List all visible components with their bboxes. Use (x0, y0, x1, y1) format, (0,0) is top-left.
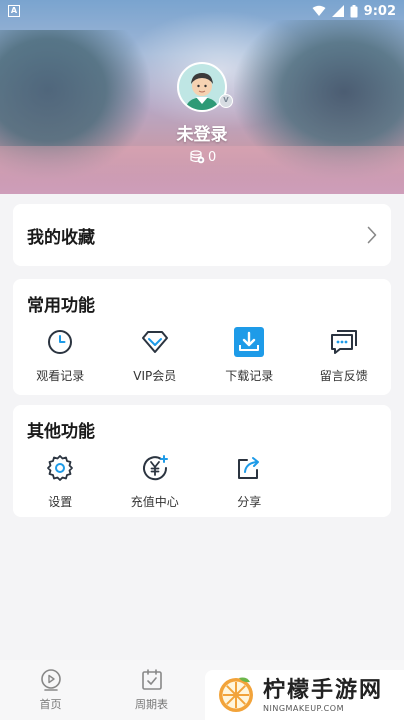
coin-stack-icon (190, 150, 205, 164)
download-history-button[interactable]: 下载记录 (202, 327, 297, 384)
download-icon (234, 327, 265, 357)
gear-icon (47, 455, 74, 481)
nav-home[interactable]: 首页 (0, 660, 101, 720)
recharge-center-label: 充值中心 (130, 495, 179, 509)
lemon-logo-icon (219, 677, 253, 712)
coin-balance: 0 (190, 148, 216, 166)
watch-history-button[interactable]: 观看记录 (13, 327, 108, 384)
profile-header: A 9:02 V 未登录 0 (0, 0, 404, 194)
status-bar-right: 9:02 (312, 4, 396, 19)
feedback-button[interactable]: 留言反馈 (297, 327, 392, 384)
settings-button[interactable]: 设置 (13, 453, 108, 510)
watch-history-label: 观看记录 (36, 369, 85, 383)
download-history-label: 下载记录 (225, 369, 274, 383)
message-icon (330, 330, 357, 354)
nav-schedule[interactable]: 周期表 (101, 660, 202, 720)
calendar-icon (141, 669, 162, 690)
feedback-label: 留言反馈 (319, 369, 368, 383)
watermark-subtitle: NINGMAKEUP.COM (263, 703, 344, 713)
status-time: 9:02 (363, 3, 396, 19)
wifi-icon (312, 5, 326, 16)
share-icon (238, 457, 260, 479)
vip-member-button[interactable]: VIP会员 (108, 327, 203, 384)
yen-recharge-icon (142, 455, 168, 481)
share-label: 分享 (237, 495, 262, 509)
site-watermark: 柠檬手游网 NINGMAKEUP.COM (205, 670, 404, 720)
clock-icon (48, 330, 73, 354)
coin-count: 0 (208, 149, 217, 165)
settings-label: 设置 (48, 495, 73, 509)
other-functions-grid: 设置 充值中心 分享 (13, 453, 391, 510)
username-label[interactable]: 未登录 (0, 120, 404, 145)
vip-member-label: VIP会员 (133, 369, 177, 383)
status-bar: A 9:02 (0, 0, 404, 22)
signal-icon (331, 5, 344, 17)
battery-icon (350, 4, 358, 17)
common-functions-card: 常用功能 观看记录 VIP会员 下载记录 留言反馈 (13, 279, 391, 395)
chevron-right-icon (367, 226, 377, 244)
favorites-card[interactable]: 我的收藏 (13, 204, 391, 266)
avatar-face-icon (179, 64, 225, 110)
diamond-icon (141, 331, 168, 353)
nav-schedule-label: 周期表 (135, 698, 168, 711)
share-button[interactable]: 分享 (202, 453, 297, 510)
home-play-icon (40, 669, 61, 691)
other-functions-title: 其他功能 (27, 422, 95, 442)
notification-A-icon: A (8, 5, 20, 17)
nav-home-label: 首页 (39, 698, 62, 711)
favorites-title: 我的收藏 (27, 227, 95, 248)
vip-badge-icon: V (219, 94, 233, 108)
other-functions-card: 其他功能 设置 充值中心 分享 (13, 405, 391, 517)
common-functions-grid: 观看记录 VIP会员 下载记录 留言反馈 (13, 327, 391, 384)
watermark-title: 柠檬手游网 (263, 677, 384, 703)
recharge-center-button[interactable]: 充值中心 (108, 453, 203, 510)
common-functions-title: 常用功能 (27, 296, 95, 316)
